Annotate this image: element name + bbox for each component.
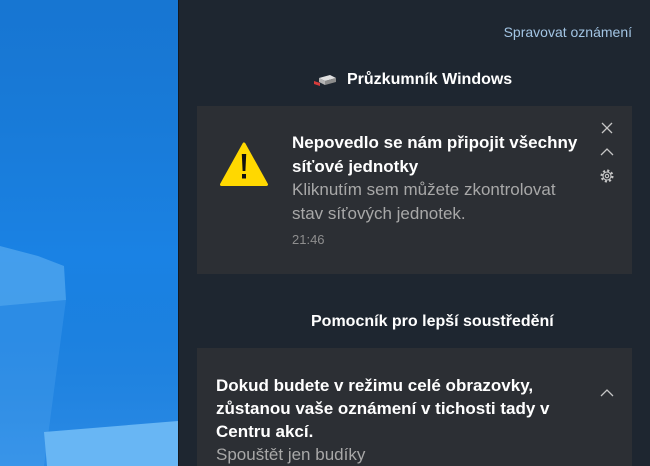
close-icon xyxy=(601,122,613,134)
notification-title-line: Centru akcí. xyxy=(216,422,314,441)
notification-content: Dokud budete v režimu celé obrazovky, zů… xyxy=(216,374,549,466)
notification-body-line: stav síťových jednotek. xyxy=(292,203,466,223)
network-drive-icon xyxy=(314,72,336,88)
manage-notifications-link[interactable]: Spravovat oznámení xyxy=(504,22,632,42)
group-title: Pomocník pro lepší soustředění xyxy=(311,313,554,330)
group-header-focus-assist: Pomocník pro lepší soustředění xyxy=(311,312,554,332)
notification-focus-assist[interactable]: Dokud budete v režimu celé obrazovky, zů… xyxy=(197,348,632,466)
notification-title-line: Dokud budete v režimu celé obrazovky, xyxy=(216,376,534,395)
notification-title-line: zůstanou vaše oznámení v tichosti tady v xyxy=(216,399,550,418)
dismiss-notification-button[interactable] xyxy=(599,120,615,136)
notification-timestamp: 21:46 xyxy=(292,232,325,247)
group-title: Průzkumník Windows xyxy=(347,71,513,88)
screen: Spravovat oznámení Průzkumník Windows Ne… xyxy=(0,0,650,466)
notification-title-line: síťové jednotky xyxy=(292,156,419,176)
collapse-notification-button[interactable] xyxy=(599,385,615,401)
notification-network-drives[interactable]: Nepovedlo se nám připojit všechny síťové… xyxy=(197,106,632,274)
warning-icon xyxy=(219,141,269,187)
chevron-up-icon xyxy=(600,148,614,156)
notification-body-line: Kliknutím sem můžete zkontrolovat xyxy=(292,180,556,199)
desktop-wallpaper[interactable] xyxy=(0,0,178,466)
chevron-up-icon xyxy=(600,389,614,397)
notification-content: Nepovedlo se nám připojit všechny síťové… xyxy=(292,131,577,249)
notification-title-line: Nepovedlo se nám připojit všechny xyxy=(292,133,578,152)
group-header-file-explorer: Průzkumník Windows xyxy=(314,70,512,90)
notification-body-line: Spouštět jen budíky xyxy=(216,445,366,464)
gear-icon xyxy=(600,169,614,183)
wallpaper-image xyxy=(0,0,178,466)
action-center-panel: Spravovat oznámení Průzkumník Windows Ne… xyxy=(178,0,650,466)
notification-settings-button[interactable] xyxy=(599,168,615,184)
collapse-notification-button[interactable] xyxy=(599,144,615,160)
